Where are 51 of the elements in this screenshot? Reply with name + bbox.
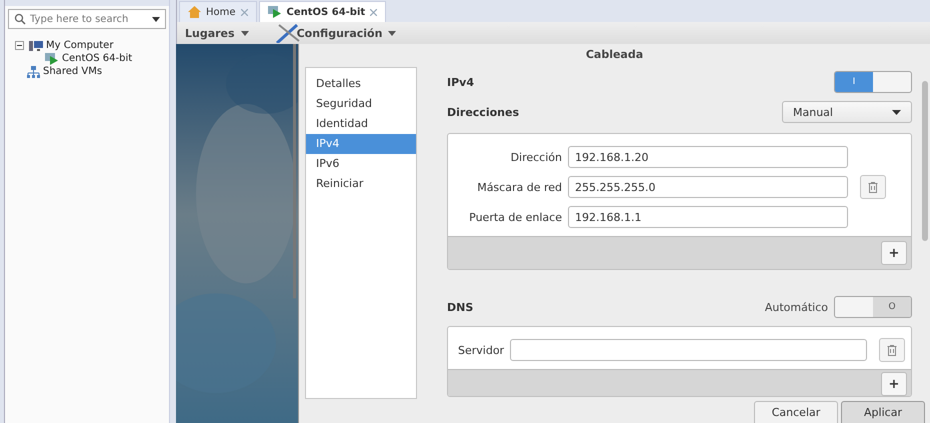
field-label: Servidor: [457, 344, 504, 356]
caret-icon: [388, 30, 396, 36]
sidebar-item[interactable]: Seguridad: [306, 94, 416, 114]
input-field[interactable]: 192.168.1.1: [568, 206, 848, 228]
vm-icon: [268, 6, 282, 18]
close-icon[interactable]: [370, 8, 378, 16]
dialog-title: Cableada: [584, 47, 644, 63]
close-icon[interactable]: [240, 8, 248, 16]
section-heading: IPv4: [447, 76, 474, 88]
toggle-label: Automático: [764, 300, 828, 314]
section-label: Direcciones: [447, 106, 519, 118]
caret-icon: [240, 30, 249, 36]
field-label: Dirección: [510, 150, 562, 164]
cancel-button[interactable]: Cancelar: [754, 401, 838, 423]
computer-icon: [29, 40, 43, 52]
menu-button[interactable]: Lugares: [185, 26, 249, 40]
sidebar-item[interactable]: Detalles: [306, 74, 416, 94]
caret-icon: [892, 110, 901, 114]
section-heading: DNS: [447, 300, 474, 314]
tree-item[interactable]: My Computer: [46, 40, 114, 51]
sidebar-item[interactable]: Identidad: [306, 114, 416, 134]
scrollbar[interactable]: [922, 81, 928, 241]
field-label: Máscara de red: [476, 180, 562, 194]
input-field[interactable]: [510, 339, 867, 361]
input-field[interactable]: 255.255.255.0: [568, 176, 848, 198]
add-button[interactable]: +: [881, 372, 907, 396]
collapse-icon[interactable]: [15, 41, 24, 50]
toggle-switch[interactable]: O: [834, 296, 912, 318]
caret-icon: [152, 16, 160, 22]
sidebar-item[interactable]: IPv6: [306, 154, 416, 174]
search-icon: [14, 13, 26, 25]
sidebar-item[interactable]: Reiniciar: [306, 174, 416, 194]
delete-button[interactable]: [860, 175, 886, 199]
tree-item[interactable]: Shared VMs: [43, 66, 102, 77]
menu-button[interactable]: Configuración: [274, 23, 396, 43]
trash-icon: [868, 182, 878, 192]
tree-item[interactable]: CentOS 64-bit: [62, 53, 132, 64]
add-button[interactable]: +: [881, 241, 907, 265]
search-input[interactable]: Type here to search: [30, 14, 148, 24]
trash-icon: [887, 344, 897, 356]
network-icon: [27, 66, 40, 78]
vm-icon: [45, 52, 59, 64]
search-field[interactable]: Type here to search: [8, 9, 166, 29]
tab[interactable]: Home: [179, 1, 257, 22]
input-field[interactable]: 192.168.1.20: [568, 146, 848, 168]
house-icon: [188, 6, 201, 18]
apply-button[interactable]: Aplicar: [841, 401, 925, 423]
method-dropdown[interactable]: Manual: [782, 101, 912, 123]
delete-button[interactable]: [879, 338, 905, 362]
field-label: Puerta de enlace: [468, 210, 562, 224]
tab[interactable]: CentOS 64-bit: [258, 1, 386, 22]
